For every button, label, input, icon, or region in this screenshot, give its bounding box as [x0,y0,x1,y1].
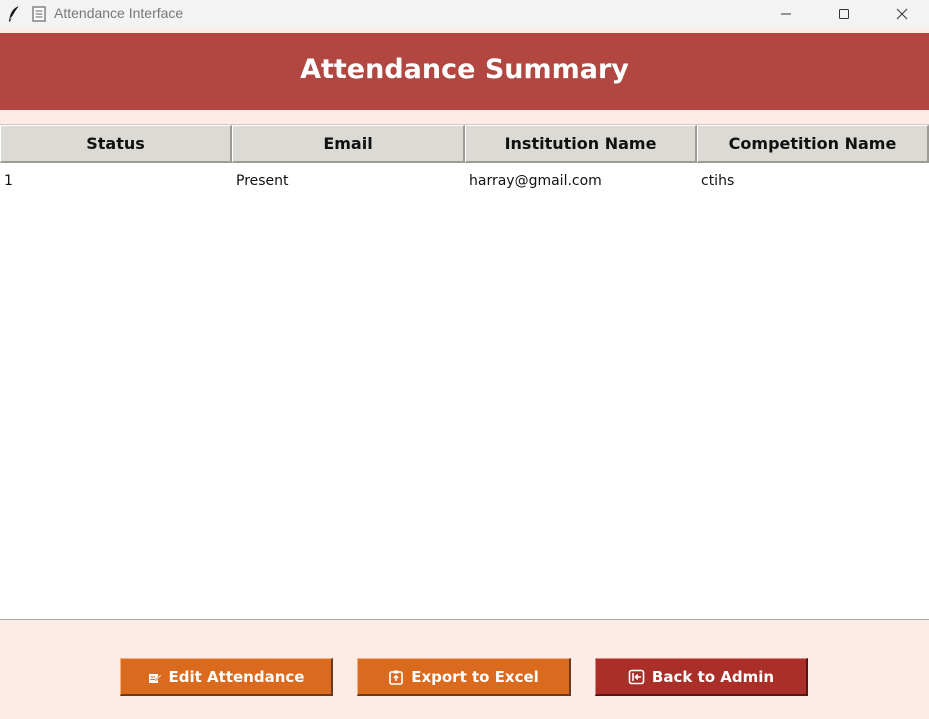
minimize-button[interactable] [763,0,809,28]
back-to-admin-label: Back to Admin [651,667,775,686]
table-header: Status Email Institution Name Competitio… [0,125,929,163]
edit-attendance-label: Edit Attendance [168,667,305,686]
edit-attendance-button[interactable]: Edit Attendance [120,658,333,696]
attendance-table[interactable]: Status Email Institution Name Competitio… [0,124,929,620]
table-cell: ctihs [701,173,735,189]
document-icon [32,6,46,22]
close-button[interactable] [879,0,925,28]
export-to-excel-label: Export to Excel [411,667,539,686]
header-banner: Attendance Summary [0,33,929,110]
table-cell: 1 [4,173,13,189]
column-header-email[interactable]: Email [232,125,465,163]
window-title-bar: Attendance Interface [0,0,929,28]
exit-door-icon [628,669,645,685]
maximize-icon [838,5,850,24]
column-header-institution-name[interactable]: Institution Name [465,125,697,163]
table-row[interactable]: 1 Present harray@gmail.com ctihs [0,165,929,197]
column-header-competition-name[interactable]: Competition Name [697,125,929,163]
window-title: Attendance Interface [54,5,184,21]
table-cell: harray@gmail.com [469,173,602,189]
page-title: Attendance Summary [300,54,629,85]
table-cell: Present [236,173,289,189]
maximize-button[interactable] [821,0,867,28]
back-to-admin-button[interactable]: Back to Admin [595,658,808,696]
column-header-status[interactable]: Status [0,125,232,163]
export-clipboard-icon [388,669,404,685]
feather-icon [7,5,21,23]
edit-document-icon [148,670,162,684]
minimize-icon [780,5,792,24]
export-to-excel-button[interactable]: Export to Excel [357,658,571,696]
close-icon [896,5,908,24]
table-body: 1 Present harray@gmail.com ctihs [0,165,929,197]
